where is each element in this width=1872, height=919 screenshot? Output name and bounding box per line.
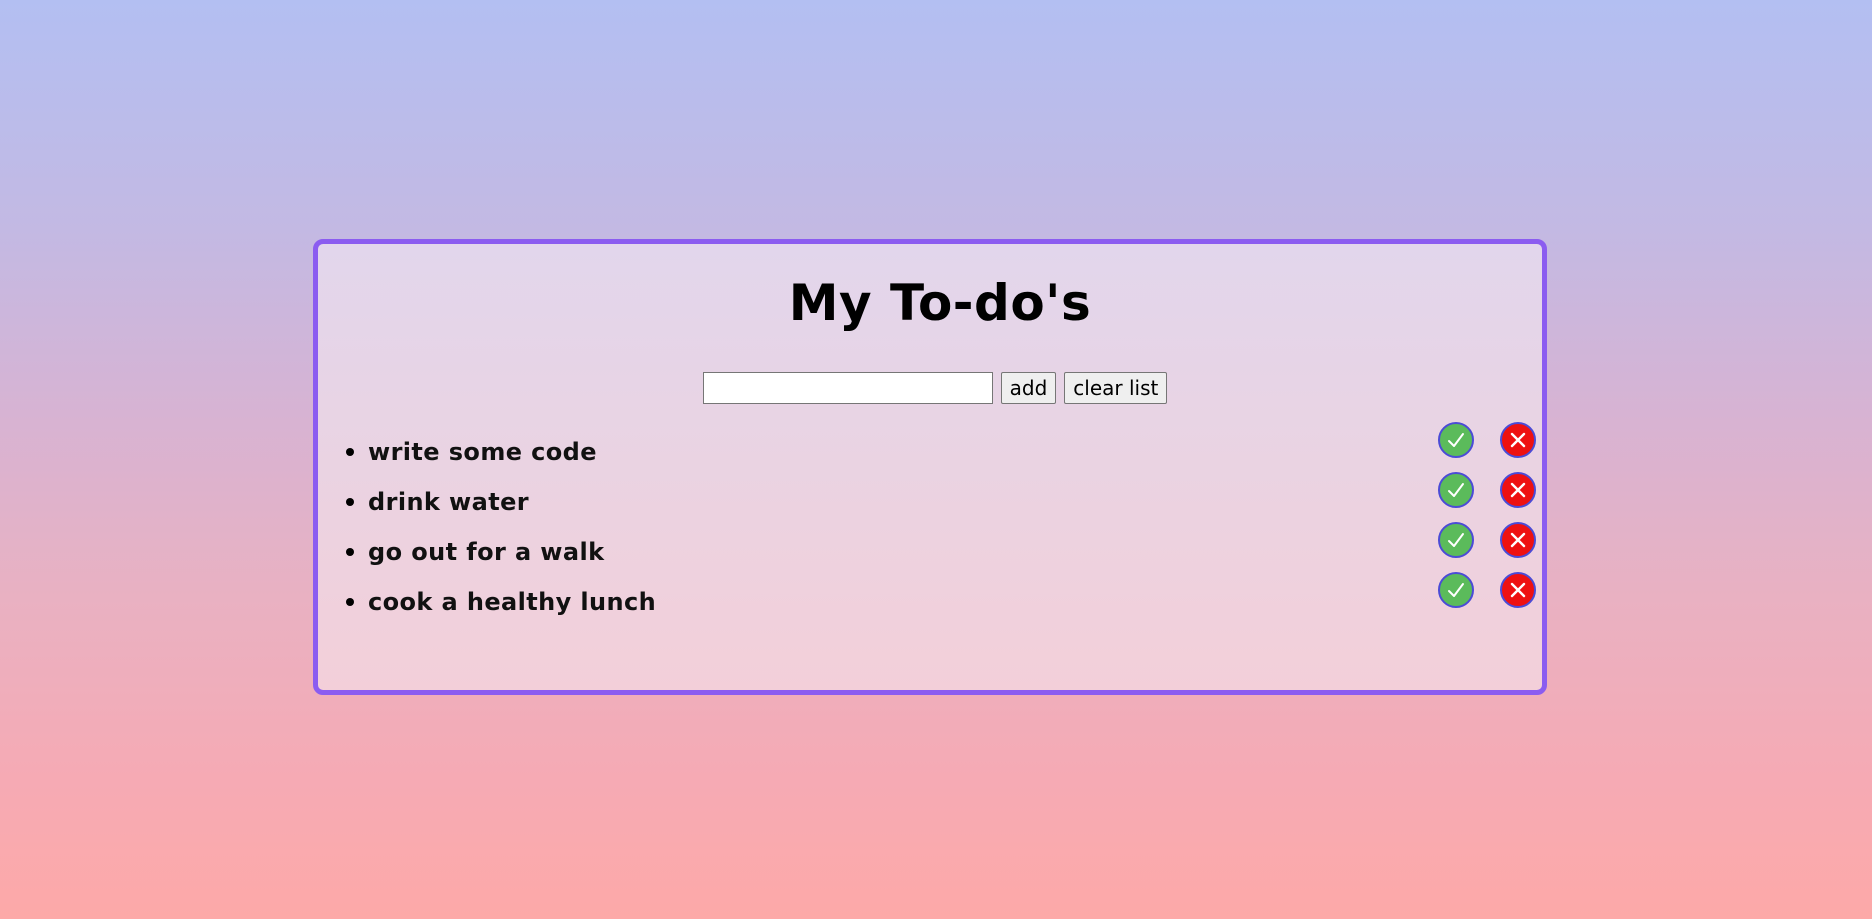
delete-button[interactable]: [1500, 522, 1536, 558]
clear-list-button[interactable]: clear list: [1064, 372, 1168, 404]
list-item: write some code: [346, 422, 1536, 474]
todo-actions: [1438, 472, 1536, 508]
x-icon: [1510, 532, 1526, 548]
complete-button[interactable]: [1438, 572, 1474, 608]
bullet: [346, 448, 354, 456]
complete-button[interactable]: [1438, 472, 1474, 508]
todo-list: write some code drink water go out for a…: [346, 422, 1536, 624]
todo-card: My To-do's add clear list write some cod…: [313, 239, 1547, 695]
page-title: My To-do's: [788, 274, 1092, 332]
x-icon: [1510, 582, 1526, 598]
check-icon: [1448, 583, 1464, 597]
delete-button[interactable]: [1500, 472, 1536, 508]
todo-actions: [1438, 572, 1536, 608]
todo-text: go out for a walk: [368, 538, 605, 566]
add-button[interactable]: add: [1000, 372, 1057, 404]
todo-text: write some code: [368, 438, 597, 466]
todo-text: cook a healthy lunch: [368, 588, 657, 616]
complete-button[interactable]: [1438, 422, 1474, 458]
bullet: [346, 498, 354, 506]
check-icon: [1448, 483, 1464, 497]
complete-button[interactable]: [1438, 522, 1474, 558]
bullet: [346, 598, 354, 606]
list-item: cook a healthy lunch: [346, 572, 1536, 624]
add-todo-form: add clear list: [318, 372, 1542, 404]
check-icon: [1448, 533, 1464, 547]
list-item: go out for a walk: [346, 522, 1536, 574]
delete-button[interactable]: [1500, 422, 1536, 458]
todo-actions: [1438, 422, 1536, 458]
todo-input[interactable]: [702, 372, 993, 404]
x-icon: [1510, 432, 1526, 448]
x-icon: [1510, 482, 1526, 498]
list-item: drink water: [346, 472, 1536, 524]
check-icon: [1448, 433, 1464, 447]
bullet: [346, 548, 354, 556]
todo-text: drink water: [368, 488, 529, 516]
todo-actions: [1438, 522, 1536, 558]
delete-button[interactable]: [1500, 572, 1536, 608]
